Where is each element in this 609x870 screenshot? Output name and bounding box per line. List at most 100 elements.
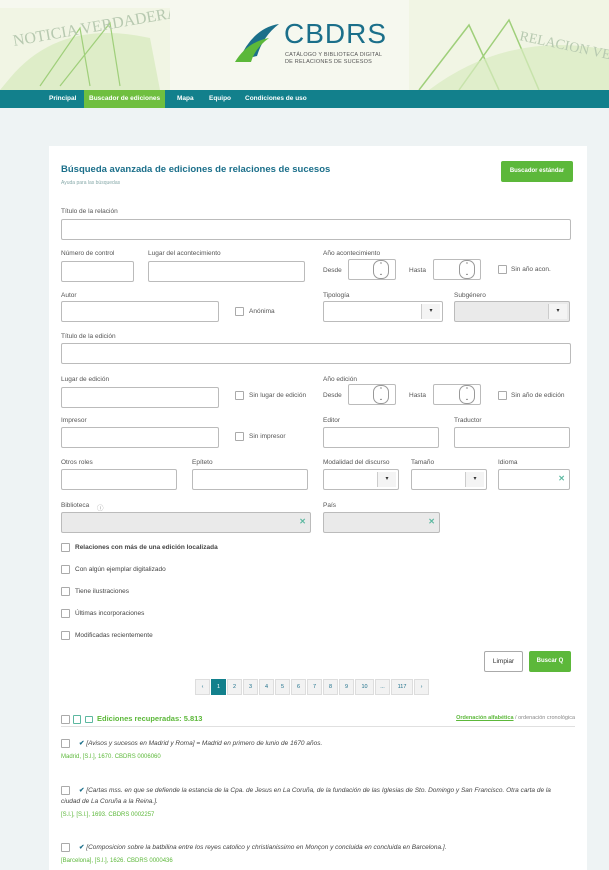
autor-input[interactable] bbox=[61, 301, 219, 322]
label-anio-edicion: Año edición bbox=[323, 376, 357, 383]
label-sin-anio-edicion: Sin año de edición bbox=[511, 392, 565, 399]
page-title: Búsqueda avanzada de ediciones de relaci… bbox=[61, 164, 331, 175]
label-digitalized: Con algún ejemplar digitalizado bbox=[75, 566, 166, 573]
latest-additions-checkbox[interactable] bbox=[61, 609, 70, 618]
otros-roles-input[interactable] bbox=[61, 469, 177, 490]
label-autor: Autor bbox=[61, 292, 77, 299]
clear-button[interactable]: Limpiar bbox=[484, 651, 523, 672]
pager-next[interactable]: › bbox=[414, 679, 429, 695]
pager-page[interactable]: 3 bbox=[243, 679, 258, 695]
anonima-checkbox[interactable] bbox=[235, 307, 244, 316]
epiteto-input[interactable] bbox=[192, 469, 308, 490]
biblioteca-select[interactable]: ✕ bbox=[61, 512, 311, 533]
result-checkbox[interactable] bbox=[61, 843, 70, 852]
label-traductor: Traductor bbox=[454, 417, 482, 424]
recently-modified-checkbox[interactable] bbox=[61, 631, 70, 640]
titulo-edicion-input[interactable] bbox=[61, 343, 571, 364]
standard-search-button[interactable]: Buscador estándar bbox=[501, 161, 573, 182]
label-desde-edicion: Desde bbox=[323, 392, 342, 399]
result-item: ✔ [Avisos y sucesos en Madrid y Roma] = … bbox=[61, 738, 573, 770]
pager-page[interactable]: 10 bbox=[355, 679, 374, 695]
label-epiteto: Epíteto bbox=[192, 459, 213, 466]
result-item: ✔ [Composicion sobre la batbilina entre … bbox=[61, 842, 573, 870]
cbdrs-logo[interactable]: CBDRS CATÁLOGO Y BIBLIOTECA DIGITAL DE R… bbox=[233, 18, 403, 68]
search-button[interactable]: Buscar Q bbox=[529, 651, 571, 672]
numero-control-input[interactable] bbox=[61, 261, 134, 282]
result-title[interactable]: [Cartas mss. en que se defiende la estan… bbox=[61, 787, 551, 805]
pager-page[interactable]: 6 bbox=[291, 679, 306, 695]
pager-page[interactable]: 7 bbox=[307, 679, 322, 695]
results-header: Ediciones recuperadas: 5.813 Ordenación … bbox=[61, 713, 575, 727]
select-all-checkbox[interactable] bbox=[61, 715, 70, 724]
help-link[interactable]: Ayuda para las búsquedas bbox=[61, 180, 120, 186]
label-pais: País bbox=[323, 502, 337, 509]
editor-input[interactable] bbox=[323, 427, 439, 448]
mail-icon[interactable] bbox=[85, 716, 93, 723]
result-title[interactable]: [Avisos y sucesos en Madrid y Roma] = Ma… bbox=[86, 740, 322, 747]
label-titulo-edicion: Título de la edición bbox=[61, 333, 116, 340]
sin-anio-edicion-checkbox[interactable] bbox=[498, 391, 507, 400]
lugar-acontecimiento-input[interactable] bbox=[148, 261, 305, 282]
modalidad-select[interactable]: ▾ bbox=[323, 469, 399, 490]
tamanio-select[interactable]: ▾ bbox=[411, 469, 487, 490]
sin-impresor-checkbox[interactable] bbox=[235, 432, 244, 441]
tipologia-select[interactable]: ▾ bbox=[323, 301, 443, 322]
pager-page[interactable]: 4 bbox=[259, 679, 274, 695]
label-lugar-acontecimiento: Lugar del acontecimiento bbox=[148, 250, 221, 257]
label-modalidad: Modalidad del discurso bbox=[323, 459, 390, 466]
titulo-relacion-input[interactable] bbox=[61, 219, 571, 240]
chevron-down-icon: ▾ bbox=[377, 472, 396, 487]
subgenero-select[interactable]: ▾ bbox=[454, 301, 570, 322]
info-icon[interactable]: ⓘ bbox=[97, 502, 104, 512]
label-illustrations: Tiene ilustraciones bbox=[75, 588, 129, 595]
sort-alphabetical-link[interactable]: Ordenación alfabética bbox=[456, 715, 513, 721]
clear-icon[interactable]: ✕ bbox=[299, 517, 306, 526]
header-banner: NOTICIA VERDADERA DE RELACION VERDADERA … bbox=[0, 0, 609, 90]
logo-title: CBDRS bbox=[284, 18, 388, 49]
pais-select[interactable]: ✕ bbox=[323, 512, 440, 533]
nav-item-mapa[interactable]: Mapa bbox=[172, 90, 199, 108]
label-sin-lugar-edicion: Sin lugar de edición bbox=[249, 392, 307, 399]
lugar-edicion-input[interactable] bbox=[61, 387, 219, 408]
illustrations-checkbox[interactable] bbox=[61, 587, 70, 596]
label-idioma: Idioma bbox=[498, 459, 518, 466]
nav-item-principal[interactable]: Principal bbox=[44, 90, 81, 108]
desde-acon-stepper[interactable]: ⌃ ⌄ bbox=[373, 260, 389, 279]
pager-prev[interactable]: ‹ bbox=[195, 679, 210, 695]
pager-page[interactable]: 5 bbox=[275, 679, 290, 695]
results-count: Ediciones recuperadas: 5.813 bbox=[97, 714, 203, 723]
sort-chronological-link[interactable]: ordenación cronológica bbox=[518, 715, 575, 721]
engraving-left-decoration: NOTICIA VERDADERA DE bbox=[0, 8, 170, 90]
idioma-select[interactable]: ✕ bbox=[498, 469, 570, 490]
document-icon[interactable] bbox=[73, 715, 81, 724]
sin-lugar-edicion-checkbox[interactable] bbox=[235, 391, 244, 400]
hasta-edicion-stepper[interactable]: ⌃ ⌄ bbox=[459, 385, 475, 404]
impresor-input[interactable] bbox=[61, 427, 219, 448]
label-tamanio: Tamaño bbox=[411, 459, 435, 466]
result-title[interactable]: [Composicion sobre la batbilina entre lo… bbox=[86, 844, 446, 851]
nav-item-condiciones-uso[interactable]: Condiciones de uso bbox=[240, 90, 312, 108]
traductor-input[interactable] bbox=[454, 427, 570, 448]
more-than-one-edition-checkbox[interactable] bbox=[61, 543, 70, 552]
nav-item-equipo[interactable]: Equipo bbox=[204, 90, 236, 108]
label-anio-acontecimiento: Año acontecimiento bbox=[323, 250, 381, 257]
pager-ellipsis: ... bbox=[375, 679, 390, 695]
sin-anio-acon-checkbox[interactable] bbox=[498, 265, 507, 274]
pager-page[interactable]: 8 bbox=[323, 679, 338, 695]
pager-page[interactable]: 9 bbox=[339, 679, 354, 695]
pager-page[interactable]: 117 bbox=[391, 679, 413, 695]
label-hasta-acon: Hasta bbox=[409, 267, 426, 274]
hasta-acon-stepper[interactable]: ⌃ ⌄ bbox=[459, 260, 475, 279]
result-meta: [Barcelona], [S.l.], 1626. CBDRS 0000436 bbox=[61, 858, 173, 864]
nav-item-buscador-ediciones[interactable]: Buscador de ediciones bbox=[84, 90, 166, 108]
label-desde-acon: Desde bbox=[323, 267, 342, 274]
pager-page[interactable]: 2 bbox=[227, 679, 242, 695]
desde-edicion-stepper[interactable]: ⌃ ⌄ bbox=[373, 385, 389, 404]
result-checkbox[interactable] bbox=[61, 739, 70, 748]
digitalized-checkbox[interactable] bbox=[61, 565, 70, 574]
clear-icon[interactable]: ✕ bbox=[558, 474, 565, 483]
pager-page[interactable]: 1 bbox=[211, 679, 226, 695]
label-biblioteca: Biblioteca bbox=[61, 502, 90, 509]
clear-icon[interactable]: ✕ bbox=[428, 517, 435, 526]
label-recently-modified: Modificadas recientemente bbox=[75, 632, 153, 639]
